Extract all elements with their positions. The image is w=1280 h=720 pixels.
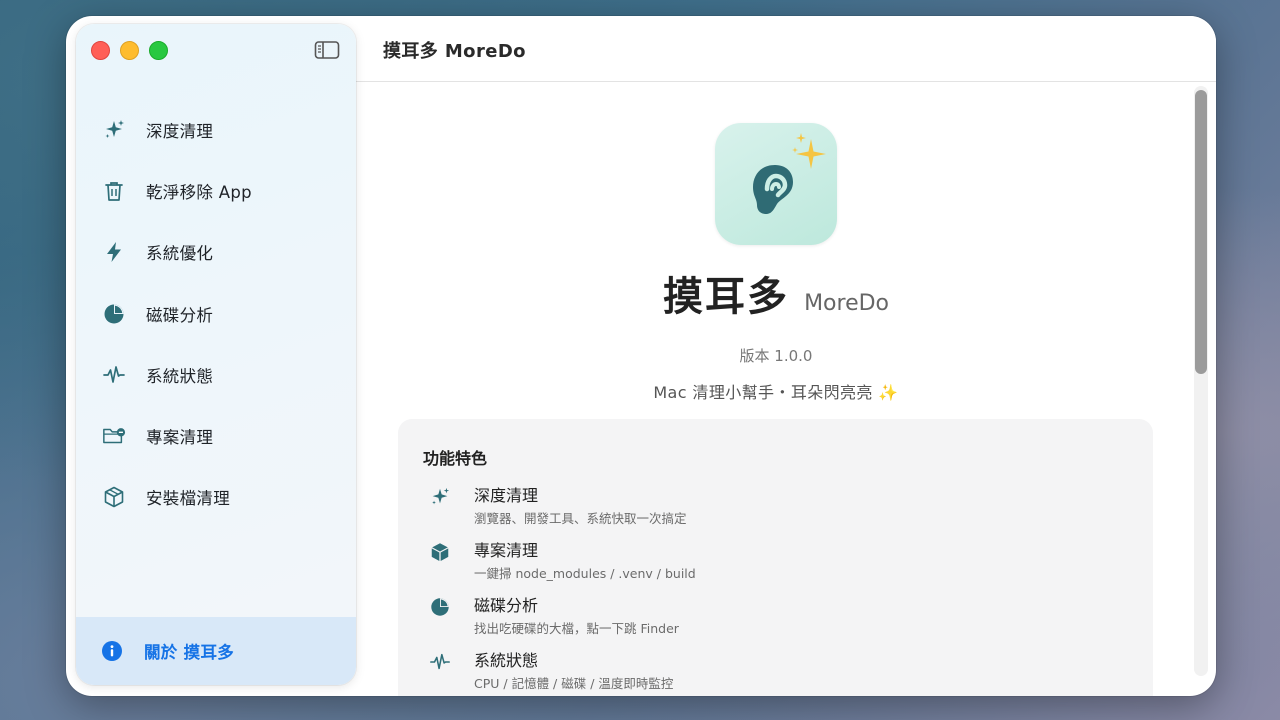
sidebar-item-label: 專案清理 bbox=[146, 428, 214, 448]
close-window-button[interactable] bbox=[91, 41, 110, 60]
sidebar-item-label: 安裝檔清理 bbox=[146, 489, 230, 509]
window-title: 摸耳多 MoreDo bbox=[383, 41, 526, 62]
app-name-english: MoreDo bbox=[804, 291, 890, 316]
waveform-icon bbox=[102, 363, 126, 387]
sidebar-item-label: 深度清理 bbox=[146, 121, 214, 141]
waveform-icon bbox=[429, 651, 451, 673]
features-heading: 功能特色 bbox=[423, 449, 488, 468]
pie-chart-icon bbox=[102, 302, 126, 326]
sidebar-item-uninstall-app[interactable]: 乾淨移除 App bbox=[76, 160, 356, 221]
sidebar-item-label: 乾淨移除 App bbox=[146, 182, 252, 202]
sidebar-item-label: 關於 摸耳多 bbox=[144, 643, 235, 662]
info-icon bbox=[100, 639, 124, 663]
sidebar-toggle-button[interactable] bbox=[314, 40, 340, 60]
sidebar-item-deep-clean[interactable]: 深度清理 bbox=[76, 99, 356, 160]
feature-title: 深度清理 bbox=[474, 486, 539, 505]
feature-title: 系統狀態 bbox=[474, 651, 539, 670]
sidebar-item-system-status[interactable]: 系統狀態 bbox=[76, 344, 356, 405]
feature-title: 專案清理 bbox=[474, 541, 539, 560]
about-content: 摸耳多 MoreDo 版本 1.0.0 Mac 清理小幫手・耳朵閃亮亮 ✨ 功能… bbox=[356, 82, 1216, 696]
minimize-window-button[interactable] bbox=[120, 41, 139, 60]
sidebar-item-project-clean[interactable]: 專案清理 bbox=[76, 405, 356, 466]
vertical-scrollbar[interactable] bbox=[1194, 86, 1208, 676]
package-icon bbox=[102, 485, 126, 509]
sidebar-item-disk-analysis[interactable]: 磁碟分析 bbox=[76, 283, 356, 344]
trash-icon bbox=[102, 179, 126, 203]
app-window: 摸耳多 MoreDo 深度清理 乾淨移除 App 系統優化 磁碟分析 系統狀態 … bbox=[66, 16, 1216, 696]
sidebar-item-label: 磁碟分析 bbox=[146, 305, 214, 325]
sidebar-item-system-optimize[interactable]: 系統優化 bbox=[76, 222, 356, 283]
feature-description: 瀏覽器、開發工具、系統快取一次搞定 bbox=[474, 511, 687, 526]
title-bar: 摸耳多 MoreDo bbox=[356, 16, 1216, 82]
tagline: Mac 清理小幫手・耳朵閃亮亮 ✨ bbox=[653, 383, 899, 402]
folder-minus-icon bbox=[102, 424, 126, 448]
sidebar-nav: 深度清理 乾淨移除 App 系統優化 磁碟分析 系統狀態 專案清理 安裝檔清理 bbox=[76, 99, 356, 528]
app-name-chinese: 摸耳多 bbox=[662, 274, 789, 320]
cube-icon bbox=[429, 541, 451, 563]
ear-icon bbox=[753, 133, 826, 214]
sparkles-icon bbox=[429, 486, 451, 508]
sidebar-item-label: 系統優化 bbox=[146, 244, 214, 264]
feature-description: 一鍵掃 node_modules / .venv / build bbox=[474, 566, 696, 581]
sidebar: 深度清理 乾淨移除 App 系統優化 磁碟分析 系統狀態 專案清理 安裝檔清理 … bbox=[76, 24, 356, 685]
sparkles-icon bbox=[102, 118, 126, 142]
zoom-window-button[interactable] bbox=[149, 41, 168, 60]
pie-chart-icon bbox=[429, 596, 451, 618]
sidebar-item-about[interactable]: 關於 摸耳多 bbox=[76, 617, 356, 685]
features-card: 功能特色 深度清理 瀏覽器、開發工具、系統快取一次搞定 專案清理 一鍵掃 nod… bbox=[398, 419, 1153, 696]
app-icon bbox=[715, 123, 837, 245]
feature-title: 磁碟分析 bbox=[474, 596, 539, 615]
sidebar-item-installer-clean[interactable]: 安裝檔清理 bbox=[76, 467, 356, 528]
feature-description: CPU / 記憶體 / 磁碟 / 溫度即時監控 bbox=[474, 676, 674, 691]
sidebar-item-label: 系統狀態 bbox=[146, 366, 214, 386]
version-label: 版本 1.0.0 bbox=[739, 347, 813, 365]
bolt-icon bbox=[102, 240, 126, 264]
feature-description: 找出吃硬碟的大檔，點一下跳 Finder bbox=[474, 621, 679, 636]
scrollbar-thumb[interactable] bbox=[1195, 90, 1207, 374]
app-name: 摸耳多 MoreDo bbox=[356, 264, 1196, 322]
sidebar-toggle-icon bbox=[314, 41, 340, 59]
